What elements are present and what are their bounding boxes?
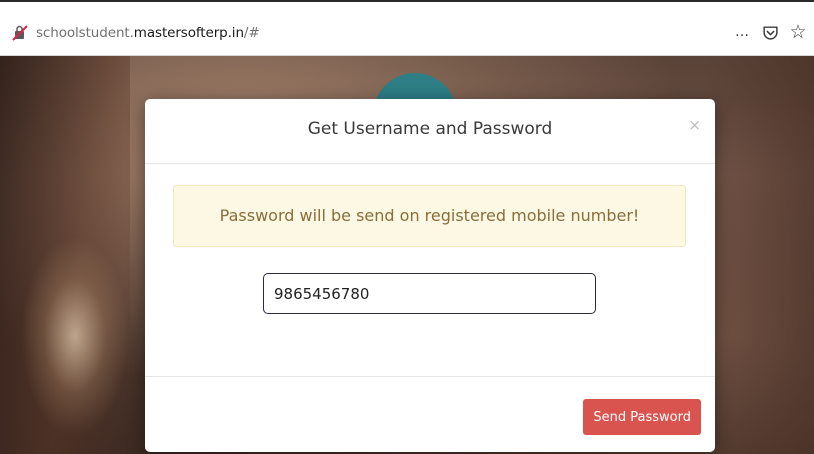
address-bar[interactable]: schoolstudent.mastersofterp.in/# … ☆ bbox=[0, 2, 814, 56]
url-suffix: /# bbox=[243, 25, 260, 41]
send-password-button[interactable]: Send Password bbox=[583, 399, 701, 435]
insecure-site-icon bbox=[12, 25, 28, 41]
modal-header: Get Username and Password × bbox=[145, 99, 715, 164]
alert-text: Password will be send on registered mobi… bbox=[219, 206, 640, 225]
url-prefix: schoolstudent. bbox=[36, 25, 134, 41]
url-actions: … ☆ bbox=[732, 20, 808, 44]
url-domain: mastersofterp.in bbox=[133, 25, 244, 41]
pocket-icon-shape bbox=[762, 25, 778, 40]
pocket-icon[interactable] bbox=[760, 22, 780, 42]
info-alert: Password will be send on registered mobi… bbox=[173, 185, 686, 247]
url-text[interactable]: schoolstudent.mastersofterp.in/# bbox=[36, 25, 260, 41]
mobile-number-input[interactable] bbox=[263, 273, 596, 314]
modal-title: Get Username and Password bbox=[307, 119, 553, 139]
bookmark-star-icon[interactable]: ☆ bbox=[788, 22, 808, 42]
modal-footer: Send Password bbox=[145, 376, 715, 452]
more-options-icon[interactable]: … bbox=[732, 22, 752, 42]
get-credentials-modal: Get Username and Password × Password wil… bbox=[145, 99, 715, 452]
background-shade bbox=[704, 56, 814, 454]
close-icon[interactable]: × bbox=[688, 118, 701, 133]
background-light bbox=[20, 236, 130, 436]
